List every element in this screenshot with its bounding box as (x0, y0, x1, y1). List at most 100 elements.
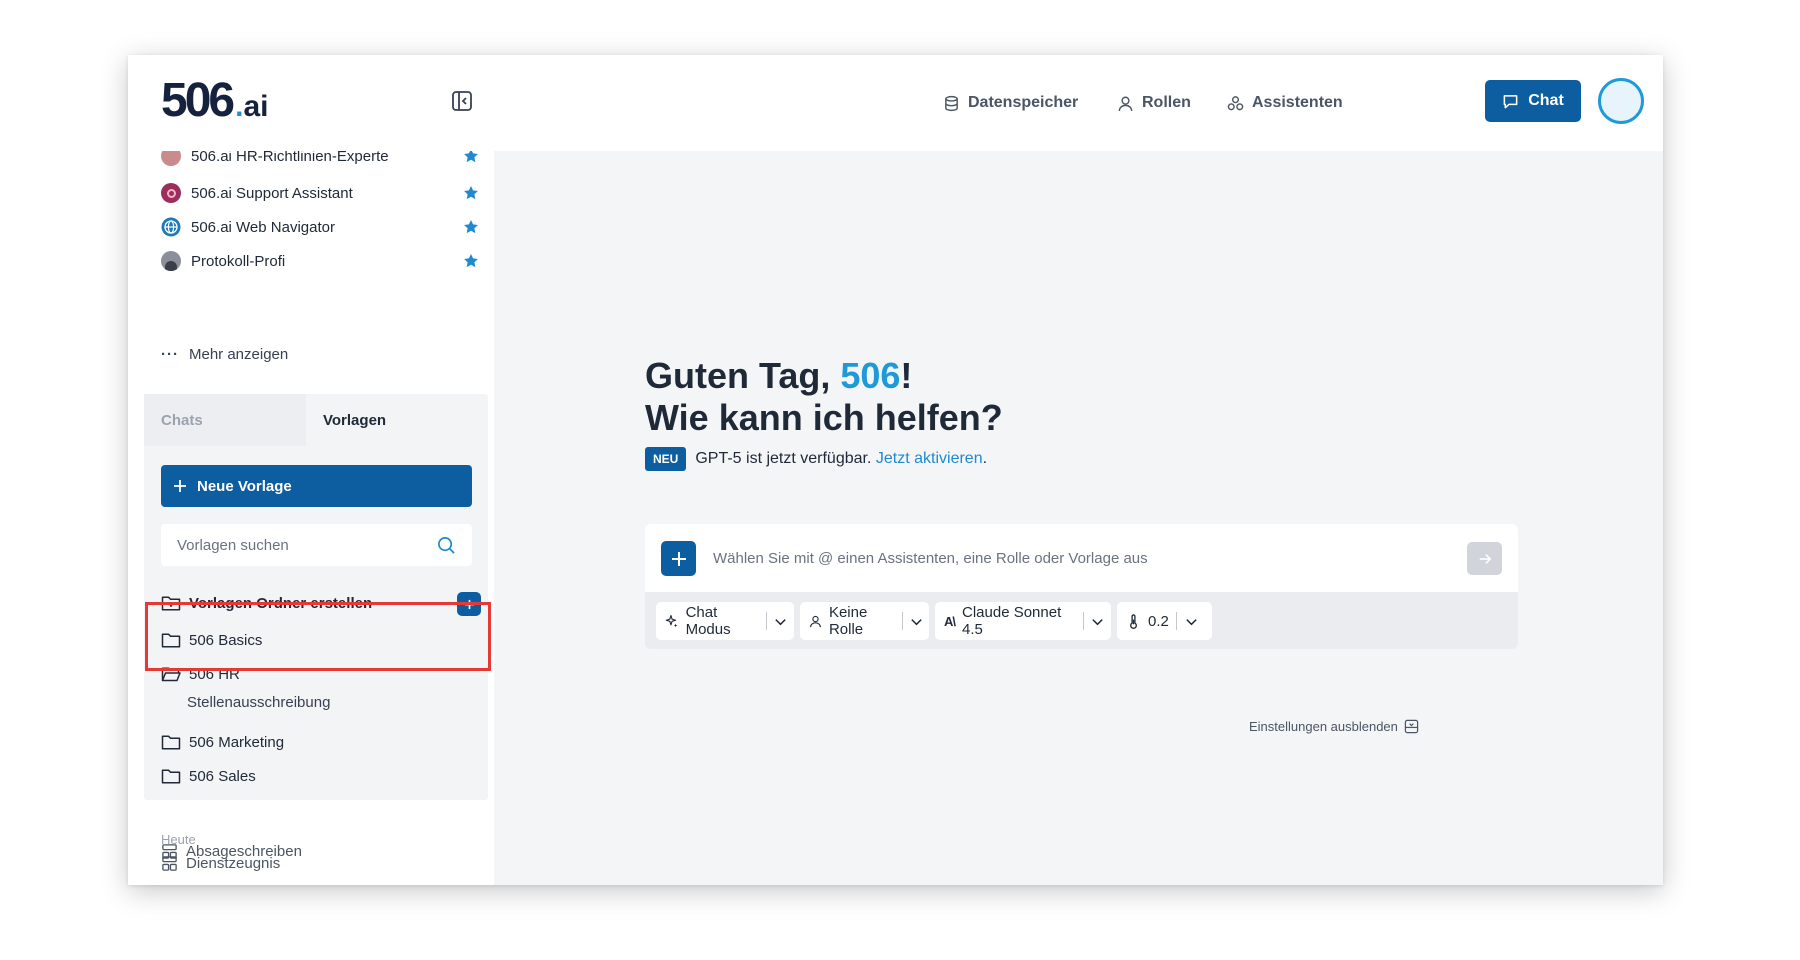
folder-label: 506 Basics (189, 631, 263, 649)
assistant-label: 506.ai Support Assistant (191, 184, 353, 202)
folder-506-marketing[interactable]: 506 Marketing (161, 727, 284, 757)
template-icon (162, 843, 177, 859)
tab-chats[interactable]: Chats (144, 394, 306, 446)
greeting-line2: Wie kann ich helfen? (645, 397, 1003, 438)
star-icon[interactable] (463, 253, 479, 269)
add-folder-button[interactable] (457, 592, 481, 616)
main-content: Guten Tag, 506! Wie kann ich helfen? NEU… (494, 151, 1663, 885)
nav-rollen[interactable]: Rollen (1117, 55, 1191, 151)
role-label: Keine Rolle (828, 604, 868, 638)
app-window: 506 .ai Datenspeicher Rollen Assistenten… (128, 55, 1663, 885)
logo[interactable]: 506 .ai (161, 77, 268, 125)
composer-input-row (645, 524, 1518, 592)
chevron-down-icon (910, 618, 922, 625)
send-button[interactable] (1467, 542, 1502, 575)
news-end: . (982, 450, 988, 467)
logo-number: 506 (161, 74, 235, 127)
thermometer-icon (1130, 613, 1137, 629)
history-item[interactable]: Absageschreiben (161, 838, 302, 864)
model-selector[interactable]: A\ Claude Sonnet 4.5 (935, 602, 1111, 640)
star-icon[interactable] (463, 151, 479, 164)
folder-label: 506 Sales (189, 767, 256, 785)
globe-icon (161, 217, 181, 237)
folder-icon (161, 735, 181, 750)
top-header: 506 .ai Datenspeicher Rollen Assistenten… (128, 55, 1663, 151)
user-icon (1118, 96, 1133, 111)
plus-icon (174, 480, 186, 492)
hide-settings-label: Einstellungen ausblenden (1249, 719, 1398, 734)
greeting-name: 506 (840, 355, 901, 396)
sparkle-icon (665, 614, 678, 627)
chevron-down-icon (1092, 618, 1103, 625)
folder-label: 506 Marketing (189, 733, 285, 751)
folder-506-basics[interactable]: 506 Basics (161, 625, 262, 655)
user-icon (810, 615, 821, 627)
nav-label: Datenspeicher (968, 94, 1079, 111)
nav-label: Rollen (1142, 94, 1191, 111)
nav-assistenten[interactable]: Assistenten (1227, 55, 1343, 151)
assistant-label: Protokoll-Profi (191, 252, 286, 270)
plus-icon (464, 599, 474, 609)
mode-selector[interactable]: Chat Modus (656, 602, 794, 640)
folder-506-sales[interactable]: 506 Sales (161, 761, 256, 791)
folder-icon (161, 769, 181, 784)
prompt-input[interactable] (713, 543, 1413, 573)
new-template-button[interactable]: Neue Vorlage (161, 465, 472, 507)
chevron-down-icon (775, 618, 786, 625)
star-icon[interactable] (463, 219, 479, 235)
chevron-down-icon (1186, 618, 1198, 625)
star-icon[interactable] (463, 185, 479, 201)
greeting: Guten Tag, 506! Wie kann ich helfen? (645, 355, 1003, 439)
nav-datenspeicher[interactable]: Datenspeicher (943, 55, 1078, 151)
more-label: Mehr anzeigen (189, 345, 289, 363)
avatar[interactable] (1598, 78, 1644, 124)
hide-settings-toggle[interactable]: Einstellungen ausblenden (1249, 719, 1419, 734)
chat-button-label: Chat (1528, 92, 1564, 109)
new-badge: NEU (645, 447, 687, 471)
create-folder-row[interactable]: Vorlagen Ordner erstellen (161, 588, 372, 618)
logo-suffix: .ai (235, 90, 269, 123)
collapse-sidebar-icon[interactable] (451, 90, 473, 112)
model-label: Claude Sonnet 4.5 (962, 604, 1062, 638)
folder-open-icon (161, 667, 181, 682)
create-folder-label: Vorlagen Ordner erstellen (189, 594, 373, 612)
database-icon (945, 95, 958, 111)
more-dots-icon: ··· (161, 345, 179, 363)
assistant-item[interactable]: 506.ai Web Navigator (161, 210, 479, 244)
tab-vorlagen[interactable]: Vorlagen (306, 394, 468, 446)
assistants-icon (1227, 95, 1244, 110)
assistant-label: 506.ai Web Navigator (191, 218, 335, 236)
template-search-input[interactable] (177, 536, 427, 554)
template-stellenausschreibung[interactable]: Stellenausschreibung (187, 690, 330, 714)
panel-collapse-icon (1404, 719, 1419, 734)
folder-label: 506 HR (189, 665, 240, 683)
assistant-item[interactable]: 506.ai Support Assistant (161, 176, 479, 210)
attach-button[interactable] (661, 541, 696, 576)
role-selector[interactable]: Keine Rolle (800, 602, 929, 640)
news-banner: NEU GPT-5 ist jetzt verfügbar. Jetzt akt… (645, 447, 987, 471)
activate-link[interactable]: Jetzt aktivieren (876, 450, 983, 467)
news-text: GPT-5 ist jetzt verfügbar. (695, 450, 872, 467)
assistant-item[interactable]: 506.ai HR-Richtlinien-Experte (161, 151, 479, 173)
person-avatar-icon (161, 251, 181, 271)
anthropic-icon: A\ (944, 613, 956, 629)
folder-plus-icon (161, 596, 181, 611)
chat-button[interactable]: Chat (1485, 80, 1581, 122)
greeting-suffix: ! (900, 355, 913, 396)
history-label: Absageschreiben (186, 842, 302, 860)
folder-icon (161, 633, 181, 648)
show-more-link[interactable]: ··· Mehr anzeigen (161, 341, 288, 367)
chat-bubble-icon (1503, 94, 1518, 108)
greeting-prefix: Guten Tag, (645, 355, 841, 396)
template-search (161, 524, 472, 566)
temperature-selector[interactable]: 0.2 (1117, 602, 1212, 640)
arrow-right-icon (1479, 553, 1491, 564)
mode-label: Chat Modus (685, 604, 731, 638)
assistant-avatar-icon (161, 151, 181, 166)
search-icon[interactable] (437, 536, 456, 555)
folder-506-hr[interactable]: 506 HR (161, 659, 240, 689)
new-template-label: Neue Vorlage (197, 477, 292, 495)
assistant-item[interactable]: Protokoll-Profi (161, 244, 479, 278)
support-icon (161, 183, 181, 203)
temperature-label: 0.2 (1148, 612, 1169, 630)
